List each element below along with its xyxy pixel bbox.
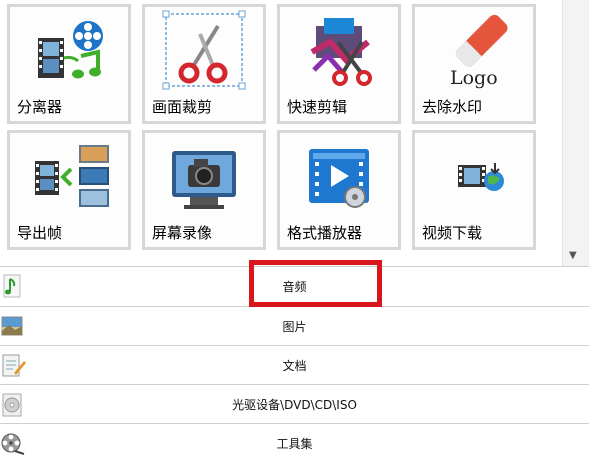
tool-crop[interactable]: 画面裁剪 <box>142 4 266 124</box>
category-label: 文档 <box>282 359 307 373</box>
tool-label: 快速剪辑 <box>287 98 348 116</box>
tool-export-frames[interactable]: 导出帧 <box>7 130 131 250</box>
scissors-crop-icon <box>145 7 263 95</box>
tool-video-download[interactable]: 视频下载 <box>412 130 536 250</box>
category-toolset[interactable]: 工具集 <box>0 423 589 463</box>
tool-quick-cut[interactable]: 快速剪辑 <box>277 4 401 124</box>
tool-label: 视频下载 <box>422 224 483 242</box>
format-player-icon <box>280 133 398 221</box>
logo-text: Logo <box>450 67 498 89</box>
tool-screen-record[interactable]: 屏幕录像 <box>142 130 266 250</box>
tool-label: 画面裁剪 <box>152 98 213 116</box>
category-picture[interactable]: 图片 <box>0 306 589 345</box>
grid-scrollbar[interactable] <box>562 0 589 268</box>
tool-label: 去除水印 <box>422 98 483 116</box>
screen-record-icon <box>145 133 263 221</box>
category-label: 音频 <box>282 280 307 294</box>
tool-remove-watermark[interactable]: Logo 去除水印 <box>412 4 536 124</box>
tool-label: 分离器 <box>17 98 63 116</box>
tool-format-player[interactable]: 格式播放器 <box>277 130 401 250</box>
tool-label: 格式播放器 <box>287 224 363 242</box>
tool-label: 导出帧 <box>17 224 63 242</box>
tool-splitter[interactable]: 分离器 <box>7 4 131 124</box>
video-download-icon <box>415 133 533 221</box>
splitter-icon <box>10 7 128 95</box>
category-label: 工具集 <box>276 437 313 451</box>
category-disc-devices[interactable]: 光驱设备\DVD\CD\ISO <box>0 384 589 423</box>
category-list: 音频 图片 文档 光驱设备\DVD\CD\ISO 工具集 <box>0 266 589 463</box>
export-frames-icon <box>10 133 128 221</box>
tool-grid: 分离器 画面裁剪 快速剪辑 Logo 去除水印 导出帧 屏幕录像 格式播放器 视… <box>0 0 589 250</box>
category-label: 光驱设备\DVD\CD\ISO <box>232 398 357 412</box>
tool-label: 屏幕录像 <box>152 224 213 242</box>
eraser-logo-icon: Logo <box>415 7 533 95</box>
quick-cut-icon <box>280 7 398 95</box>
category-document[interactable]: 文档 <box>0 345 589 384</box>
category-label: 图片 <box>282 320 307 334</box>
scroll-down-arrow-icon[interactable]: ▼ <box>569 250 577 261</box>
category-audio[interactable]: 音频 <box>0 266 589 306</box>
